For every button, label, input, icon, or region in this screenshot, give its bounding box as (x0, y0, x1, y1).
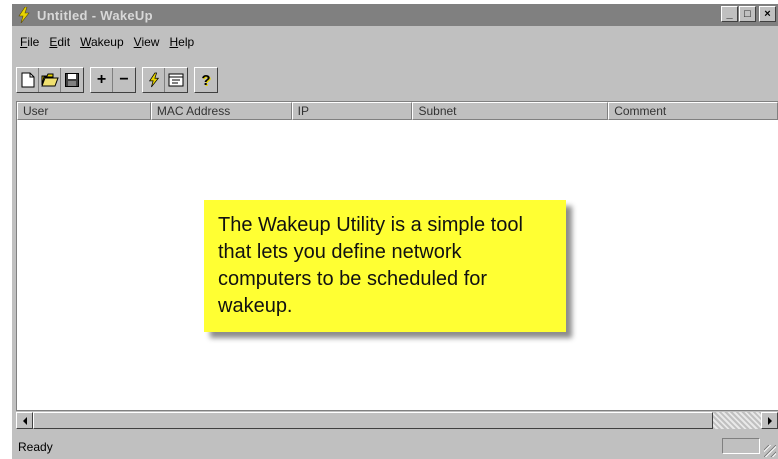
help-question-icon: ? (201, 71, 211, 89)
scroll-left-button[interactable] (16, 412, 33, 429)
edit-button-group: + − (90, 67, 136, 93)
file-button-group (16, 67, 84, 93)
menu-bar: File Edit Wakeup View Help (12, 35, 196, 53)
add-button[interactable]: + (91, 68, 113, 92)
open-folder-icon (40, 73, 59, 87)
column-header-comment[interactable]: Comment (608, 102, 778, 120)
toolbar: + − ? (12, 65, 778, 95)
left-arrow-icon (22, 416, 27, 425)
schedule-button[interactable] (165, 68, 187, 92)
open-button[interactable] (39, 68, 61, 92)
new-document-icon (21, 72, 34, 88)
list-header: User MAC Address IP Subnet Comment (17, 102, 778, 120)
title-bar[interactable]: Untitled - WakeUp _ □ × (12, 4, 778, 26)
help-button[interactable]: ? (195, 68, 217, 92)
menu-help[interactable]: Help (169, 35, 194, 53)
minimize-button[interactable]: _ (721, 6, 738, 22)
scroll-thumb[interactable] (33, 412, 713, 429)
right-arrow-icon (767, 416, 772, 425)
column-header-user[interactable]: User (17, 102, 151, 120)
wakeup-button-group (142, 67, 188, 93)
save-disk-icon (65, 73, 79, 87)
lightning-icon (148, 72, 159, 88)
remove-button[interactable]: − (113, 68, 135, 92)
column-header-subnet[interactable]: Subnet (412, 102, 609, 120)
info-callout: The Wakeup Utility is a simple tool that… (204, 200, 566, 332)
close-button[interactable]: × (759, 6, 776, 22)
menu-wakeup[interactable]: Wakeup (80, 35, 124, 53)
menu-edit[interactable]: Edit (49, 35, 70, 53)
horizontal-scrollbar[interactable] (16, 411, 778, 429)
lightning-app-icon[interactable] (15, 6, 33, 24)
column-header-ip[interactable]: IP (291, 102, 413, 120)
scroll-right-button[interactable] (761, 412, 778, 429)
save-button[interactable] (61, 68, 83, 92)
status-bar: Ready (12, 434, 778, 459)
column-header-mac-address[interactable]: MAC Address (150, 102, 292, 120)
status-panel (722, 438, 760, 454)
menu-view[interactable]: View (134, 35, 160, 53)
help-button-group: ? (194, 67, 218, 93)
new-document-button[interactable] (17, 68, 39, 92)
window-title: Untitled - WakeUp (37, 7, 153, 23)
menu-file[interactable]: File (20, 35, 39, 53)
scroll-track[interactable] (713, 412, 761, 429)
calendar-icon (168, 73, 184, 87)
resize-grip-icon[interactable] (764, 445, 776, 457)
maximize-button[interactable]: □ (739, 6, 756, 22)
status-text: Ready (18, 439, 53, 454)
wakeup-button[interactable] (143, 68, 165, 92)
